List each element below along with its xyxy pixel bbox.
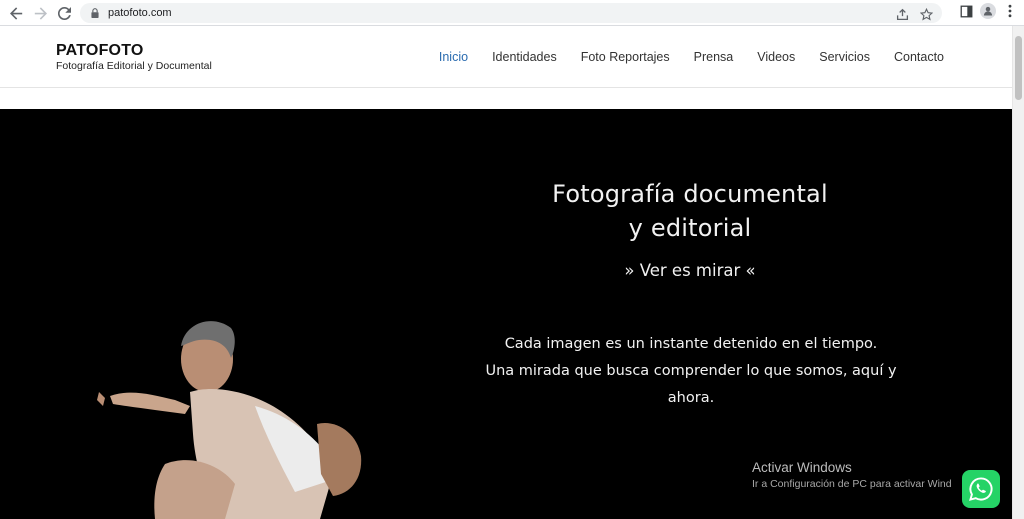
url-text: patofoto.com [108,7,172,19]
menu-item-servicios[interactable]: Servicios [819,50,870,64]
page-scrollbar[interactable] [1012,26,1024,519]
browser-toolbar: patofoto.com [0,0,1024,26]
hero-photo [97,321,362,519]
hero-description: Cada imagen es un instante detenido en e… [465,331,917,412]
reload-icon[interactable] [53,2,75,24]
sidepanel-icon[interactable] [958,3,974,19]
menu-item-foto-reportajes[interactable]: Foto Reportajes [581,50,670,64]
menu-item-videos[interactable]: Videos [757,50,795,64]
hero-text-line2: Una mirada que busca comprender lo que s… [485,363,897,406]
hero-title-line2: y editorial [628,214,752,242]
whatsapp-button[interactable] [962,470,1000,508]
site-header: PATOFOTO Fotografía Editorial y Document… [0,26,1012,88]
brand[interactable]: PATOFOTO Fotografía Editorial y Document… [56,42,212,73]
main-menu: Inicio Identidades Foto Reportajes Prens… [439,26,944,88]
star-icon[interactable] [918,6,934,22]
brand-title[interactable]: PATOFOTO [56,42,212,60]
menu-item-inicio[interactable]: Inicio [439,50,468,64]
hero-title-line1: Fotografía documental [552,180,828,208]
menu-item-contacto[interactable]: Contacto [894,50,944,64]
menu-item-identidades[interactable]: Identidades [492,50,557,64]
watermark-subtitle: Ir a Configuración de PC para activar Wi… [752,478,952,490]
brand-subtitle: Fotografía Editorial y Documental [56,60,212,72]
back-icon[interactable] [5,2,27,24]
hero-text-line1: Cada imagen es un instante detenido en e… [504,336,878,352]
scrollbar-thumb[interactable] [1015,36,1022,100]
windows-activation-watermark: Activar Windows Ir a Configuración de PC… [752,460,952,490]
forward-icon[interactable] [29,2,51,24]
address-bar[interactable]: patofoto.com [80,3,942,23]
hero-section: Fotografía documental y editorial » Ver … [0,109,1012,519]
header-spacer [0,88,1012,109]
menu-item-prensa[interactable]: Prensa [694,50,734,64]
kebab-menu-icon[interactable] [1002,3,1018,19]
lock-icon [91,8,99,18]
watermark-title: Activar Windows [752,460,852,475]
hero-title: Fotografía documental y editorial [490,177,890,245]
whatsapp-icon [969,477,993,501]
share-icon[interactable] [894,6,910,22]
profile-icon[interactable] [980,3,996,19]
hero-tagline: » Ver es mirar « [624,261,756,280]
